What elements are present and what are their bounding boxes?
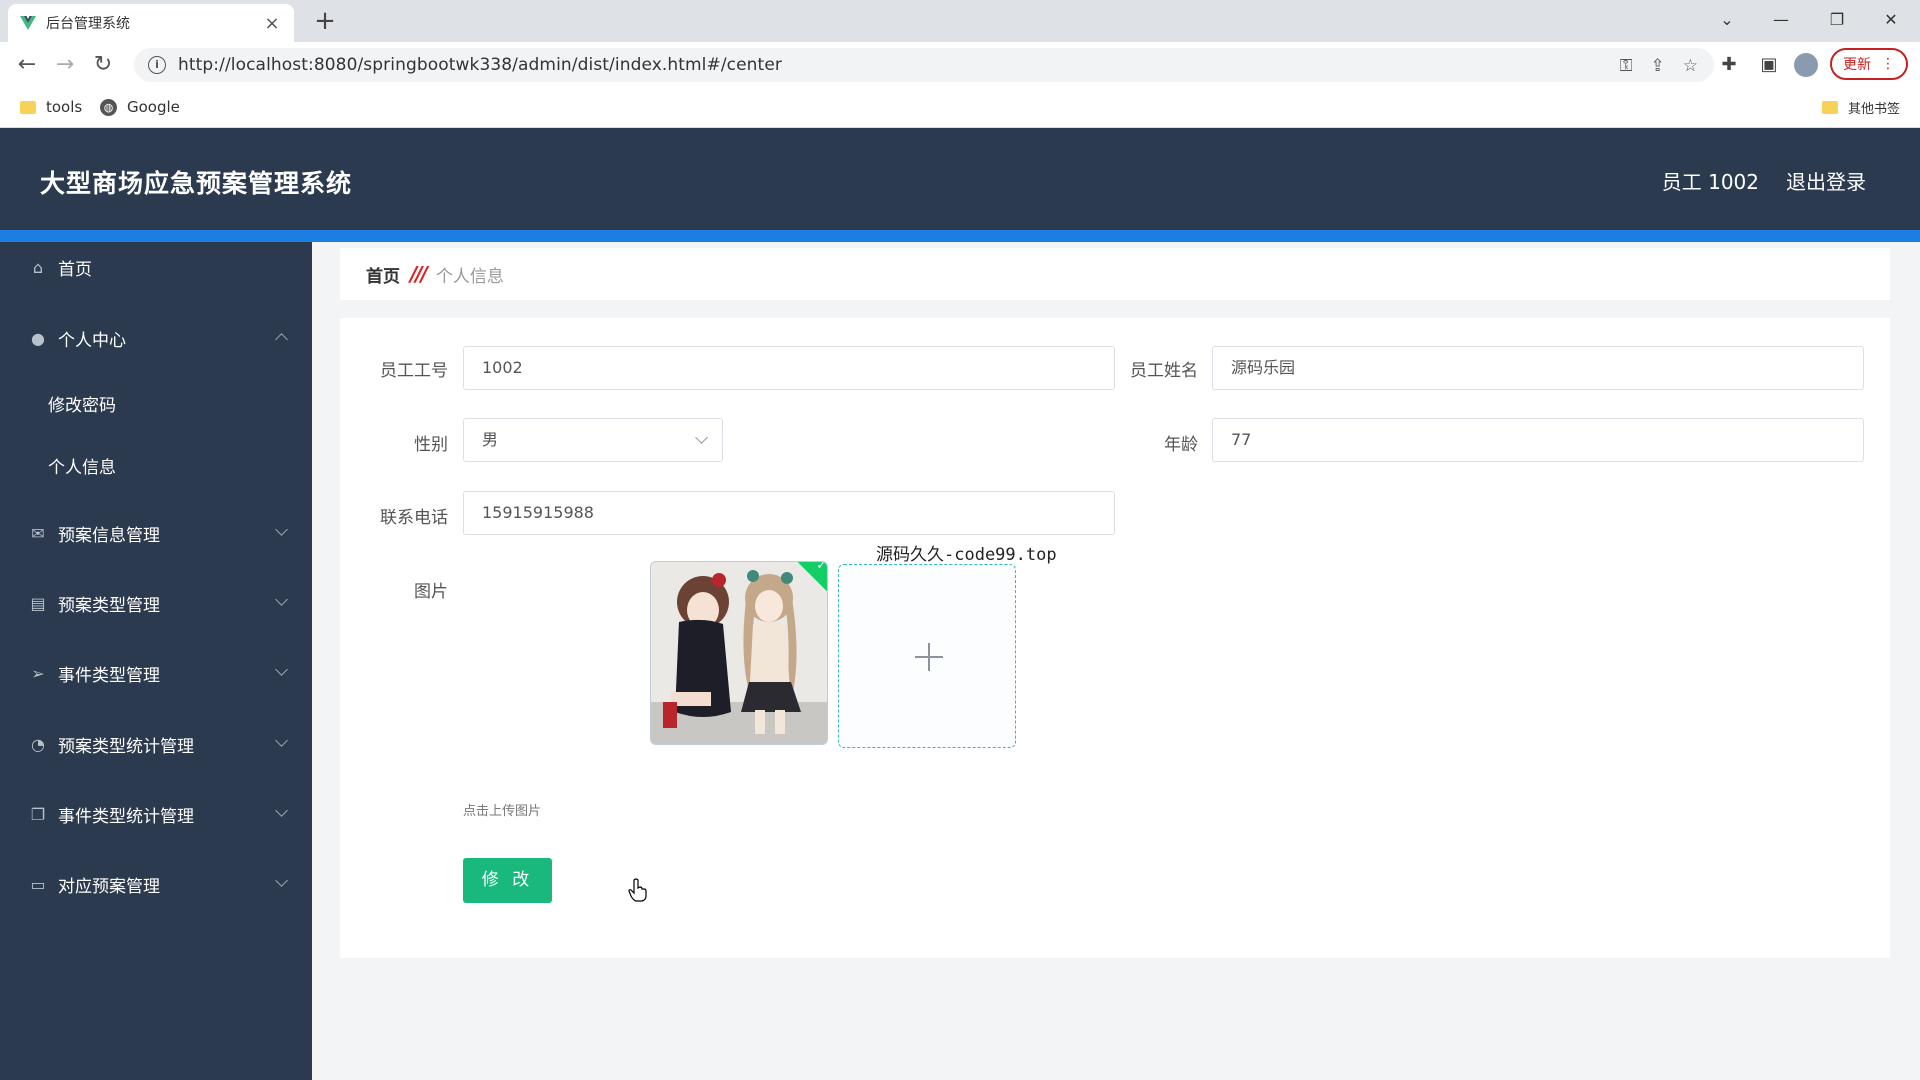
- chevron-down-icon: [275, 523, 288, 536]
- site-info-icon[interactable]: i: [148, 56, 166, 74]
- hand-cursor-icon: [628, 878, 647, 902]
- submit-button[interactable]: 修 改: [463, 858, 552, 903]
- chevron-down-icon: [275, 734, 288, 747]
- side-panel-icon[interactable]: ▣: [1754, 50, 1784, 80]
- overlay-text: 源码久久-code99.top: [876, 545, 1057, 565]
- phone-input[interactable]: 15915915988: [463, 491, 1115, 535]
- sidebar-item-plan-type-stats[interactable]: ◔ 预案类型统计管理: [0, 722, 312, 766]
- employee-name-label: 员工姓名: [1130, 361, 1198, 381]
- chevron-down-icon: [275, 593, 288, 606]
- send-icon: ➢: [31, 663, 45, 683]
- folder-icon: [1822, 101, 1838, 114]
- chat-icon: ▭: [30, 874, 46, 894]
- star-icon[interactable]: ☆: [1683, 56, 1698, 76]
- upload-tip: 点击上传图片: [463, 804, 542, 819]
- sidebar-item-change-password[interactable]: 修改密码: [0, 381, 312, 425]
- close-window-button[interactable]: ✕: [1868, 4, 1914, 36]
- age-label: 年龄: [1164, 435, 1198, 455]
- chevron-down-icon: [275, 874, 288, 887]
- minimize-button[interactable]: —: [1758, 4, 1804, 36]
- kebab-menu-icon: ⋮: [1881, 56, 1895, 72]
- uploaded-image-thumbnail[interactable]: ✓: [650, 561, 828, 745]
- employee-name-input[interactable]: 源码乐园: [1212, 346, 1864, 390]
- restore-button[interactable]: ❐: [1814, 4, 1860, 36]
- gauge-icon: ◔: [31, 734, 45, 754]
- tab-search-chevron-icon[interactable]: ⌄: [1704, 4, 1750, 36]
- bookmark-google[interactable]: ◍ Google: [100, 98, 180, 116]
- copy-icon: ❐: [30, 804, 46, 824]
- logout-link[interactable]: 退出登录: [1786, 166, 1866, 195]
- upload-add-button[interactable]: [838, 564, 1016, 748]
- tab-title: 后台管理系统: [46, 16, 130, 32]
- home-icon: ⌂: [32, 257, 44, 277]
- phone-label: 联系电话: [380, 508, 448, 528]
- reload-icon[interactable]: ↻: [88, 50, 118, 80]
- address-bar: ← → ↻ i http://localhost:8080/springboot…: [0, 42, 1920, 88]
- share-icon[interactable]: ⇪: [1651, 56, 1665, 76]
- app-title: 大型商场应急预案管理系统: [40, 169, 353, 198]
- profile-form-panel: [340, 318, 1890, 958]
- globe-icon: ◍: [100, 98, 117, 116]
- employee-no-input[interactable]: 1002: [463, 346, 1115, 390]
- chevron-up-icon: [275, 333, 288, 346]
- chevron-down-icon: [275, 804, 288, 817]
- bookmark-tools[interactable]: tools: [20, 98, 82, 116]
- sidebar-item-event-type[interactable]: ➢ 事件类型管理: [0, 651, 312, 695]
- image-label: 图片: [414, 582, 448, 602]
- browser-tabbar: 后台管理系统 × + ⌄ — ❐ ✕: [0, 0, 1920, 42]
- forward-arrow-icon[interactable]: →: [50, 50, 80, 80]
- current-user-label: 员工 1002: [1661, 170, 1759, 194]
- gender-label: 性别: [414, 435, 448, 455]
- folder-icon: [20, 100, 36, 114]
- chevron-down-icon: [695, 431, 708, 444]
- mail-icon: ✉: [31, 523, 45, 543]
- anime-illustration: [651, 562, 827, 744]
- url-text[interactable]: http://localhost:8080/springbootwk338/ad…: [178, 55, 782, 75]
- sidebar-item-personal-info[interactable]: 个人信息: [0, 443, 312, 487]
- sidebar: ⌂ 首页 ● 个人中心 修改密码 个人信息 ✉ 预案信息管理 ▤ 预案类型管理 …: [0, 242, 312, 1080]
- sidebar-item-event-type-stats[interactable]: ❐ 事件类型统计管理: [0, 792, 312, 836]
- profile-avatar-icon[interactable]: [1794, 53, 1818, 77]
- header-accent-bar: [0, 230, 1920, 242]
- key-icon[interactable]: ⚿: [1620, 56, 1633, 76]
- tab-close-icon[interactable]: ×: [262, 13, 282, 34]
- breadcrumb-home[interactable]: 首页: [366, 262, 400, 287]
- chevron-down-icon: [275, 663, 288, 676]
- sidebar-item-personal-center[interactable]: ● 个人中心: [0, 316, 312, 360]
- url-omnibox[interactable]: i http://localhost:8080/springbootwk338/…: [134, 48, 1714, 82]
- bookmarks-bar: tools ◍ Google 其他书签: [0, 88, 1920, 128]
- app-header: 大型商场应急预案管理系统 员工 1002 退出登录: [0, 128, 1920, 231]
- other-bookmarks[interactable]: 其他书签: [1822, 98, 1900, 117]
- user-icon: ●: [31, 328, 45, 348]
- back-arrow-icon[interactable]: ←: [12, 50, 42, 80]
- clipboard-icon: ▤: [30, 593, 46, 613]
- sidebar-item-plan-info[interactable]: ✉ 预案信息管理: [0, 511, 312, 555]
- gender-select[interactable]: 男: [463, 418, 723, 462]
- employee-no-label: 员工工号: [380, 361, 448, 381]
- breadcrumb: 首页 /// 个人信息: [340, 248, 1890, 300]
- sidebar-item-matched-plan[interactable]: ▭ 对应预案管理: [0, 862, 312, 906]
- vue-logo-icon: [20, 16, 36, 30]
- age-input[interactable]: 77: [1212, 418, 1864, 462]
- breadcrumb-separator-icon: ///: [410, 262, 428, 286]
- browser-tab[interactable]: 后台管理系统 ×: [8, 4, 294, 42]
- sidebar-item-home[interactable]: ⌂ 首页: [0, 245, 312, 289]
- update-button[interactable]: 更新 ⋮: [1830, 48, 1908, 80]
- breadcrumb-current: 个人信息: [435, 266, 504, 287]
- sidebar-item-plan-type[interactable]: ▤ 预案类型管理: [0, 581, 312, 625]
- new-tab-button[interactable]: +: [310, 6, 340, 36]
- extensions-puzzle-icon[interactable]: ✚: [1714, 50, 1744, 80]
